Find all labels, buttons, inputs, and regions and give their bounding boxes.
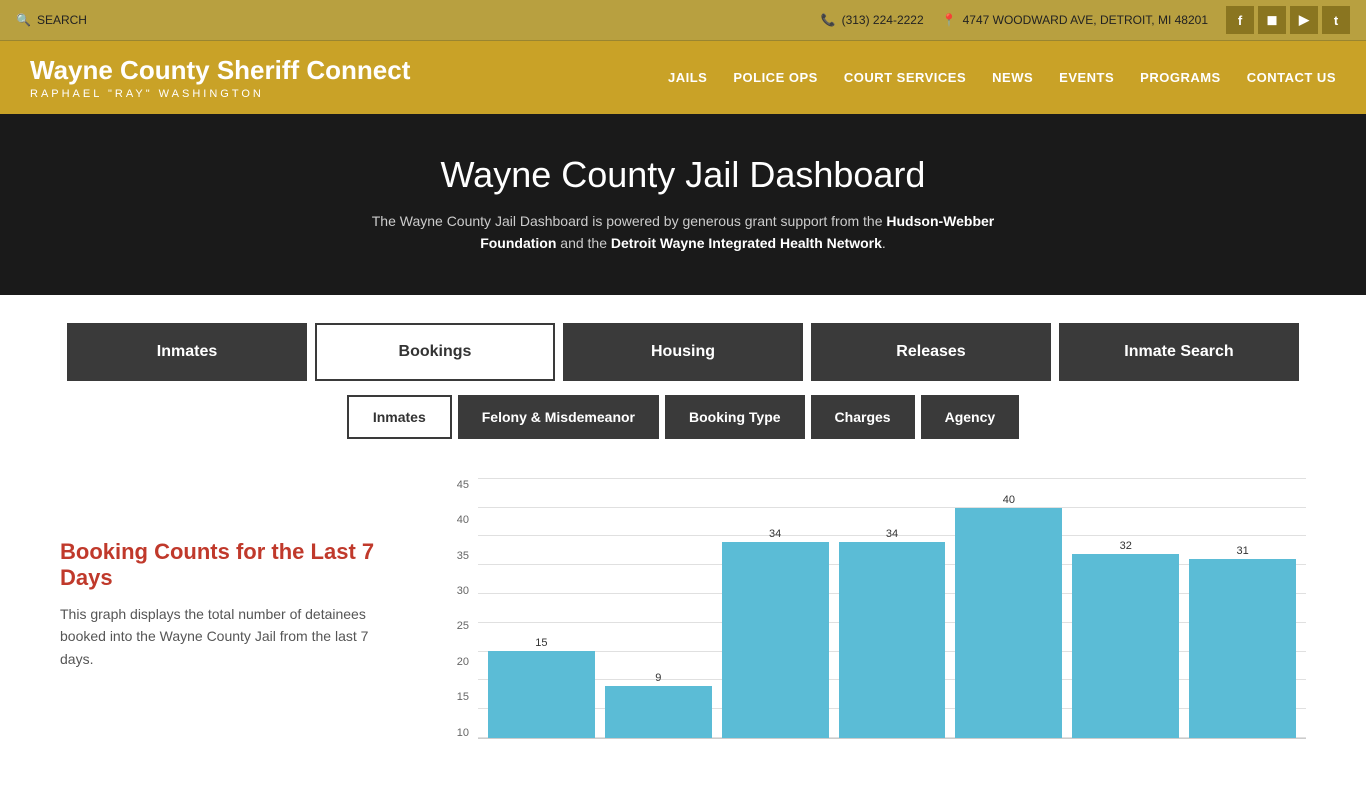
y-label-40: 40: [457, 514, 469, 526]
nav-news[interactable]: NEWS: [992, 70, 1033, 85]
hero-section: Wayne County Jail Dashboard The Wayne Co…: [0, 114, 1366, 295]
inmates-button[interactable]: Inmates: [67, 323, 307, 381]
y-axis: 45 40 35 30 25 20 15 10: [440, 479, 475, 739]
chart-title: Booking Counts for the Last 7 Days: [60, 539, 400, 591]
nav-programs[interactable]: PROGRAMS: [1140, 70, 1221, 85]
brand-subtitle: RAPHAEL "RAY" WASHINGTON: [30, 88, 410, 100]
facebook-icon[interactable]: f: [1226, 6, 1254, 34]
location-icon: 📍: [942, 13, 957, 27]
bar-6-value: 32: [1120, 540, 1132, 552]
bar-chart: 45 40 35 30 25 20 15 10: [440, 479, 1306, 759]
hero-desc-text: The Wayne County Jail Dashboard is power…: [372, 213, 887, 229]
bar-7: 31: [1189, 479, 1296, 738]
bar-2-value: 9: [655, 672, 661, 684]
sub-inmates-button[interactable]: Inmates: [347, 395, 452, 439]
releases-button[interactable]: Releases: [811, 323, 1051, 381]
search-label: SEARCH: [37, 13, 87, 27]
nav-row-1: Inmates Bookings Housing Releases Inmate…: [60, 323, 1306, 381]
y-label-20: 20: [457, 656, 469, 668]
top-bar: 🔍 SEARCH 📞 (313) 224-2222 📍 4747 WOODWAR…: [0, 0, 1366, 41]
nav-court-services[interactable]: COURT SERVICES: [844, 70, 966, 85]
nav-contact-us[interactable]: CONTACT US: [1247, 70, 1336, 85]
bars-row: 15 9 34 34: [478, 479, 1306, 738]
bar-3-rect: [722, 542, 829, 738]
y-label-45: 45: [457, 479, 469, 491]
chart-container: 45 40 35 30 25 20 15 10: [440, 479, 1306, 759]
search-icon: 🔍: [16, 13, 31, 27]
chart-description: Booking Counts for the Last 7 Days This …: [60, 479, 400, 670]
bar-1-rect: [488, 651, 595, 737]
bar-7-rect: [1189, 559, 1296, 737]
hero-and: and the: [556, 235, 611, 251]
bar-6: 32: [1072, 479, 1179, 738]
chart-desc-text: This graph displays the total number of …: [60, 603, 400, 670]
nav-row-2: Inmates Felony & Misdemeanor Booking Typ…: [60, 395, 1306, 439]
bar-7-value: 31: [1236, 545, 1248, 557]
bar-4-rect: [839, 542, 946, 738]
y-label-30: 30: [457, 585, 469, 597]
page-title: Wayne County Jail Dashboard: [20, 154, 1346, 196]
header: Wayne County Sheriff Connect RAPHAEL "RA…: [0, 41, 1366, 114]
bar-2-rect: [605, 686, 712, 738]
y-label-10: 10: [457, 727, 469, 739]
address-contact: 📍 4747 WOODWARD AVE, DETROIT, MI 48201: [942, 13, 1208, 27]
nav-buttons-section: Inmates Bookings Housing Releases Inmate…: [0, 295, 1366, 449]
bar-2: 9: [605, 479, 712, 738]
brand-name: Wayne County Sheriff Connect: [30, 55, 410, 86]
chart-plot: 15 9 34 34: [478, 479, 1306, 739]
bar-1: 15: [488, 479, 595, 738]
search-bar[interactable]: 🔍 SEARCH: [16, 13, 87, 27]
bar-1-value: 15: [535, 637, 547, 649]
y-label-15: 15: [457, 691, 469, 703]
bar-5: 40: [955, 479, 1062, 738]
felony-misdemeanor-button[interactable]: Felony & Misdemeanor: [458, 395, 659, 439]
instagram-icon[interactable]: ◼: [1258, 6, 1286, 34]
nav-events[interactable]: EVENTS: [1059, 70, 1114, 85]
social-links: f ◼ ▶ t: [1226, 6, 1350, 34]
bar-4: 34: [839, 479, 946, 738]
nav-jails[interactable]: JAILS: [668, 70, 707, 85]
brand: Wayne County Sheriff Connect RAPHAEL "RA…: [30, 55, 410, 100]
booking-type-button[interactable]: Booking Type: [665, 395, 805, 439]
chart-area: 45 40 35 30 25 20 15 10: [440, 479, 1306, 759]
bar-3-value: 34: [769, 528, 781, 540]
y-label-35: 35: [457, 550, 469, 562]
nav-police-ops[interactable]: POLICE OPS: [733, 70, 817, 85]
agency-button[interactable]: Agency: [921, 395, 1020, 439]
phone-icon: 📞: [821, 13, 836, 27]
phone-number: (313) 224-2222: [842, 13, 924, 27]
bar-3: 34: [722, 479, 829, 738]
bar-5-value: 40: [1003, 494, 1015, 506]
bar-6-rect: [1072, 554, 1179, 738]
phone-contact: 📞 (313) 224-2222: [821, 13, 924, 27]
content-area: Booking Counts for the Last 7 Days This …: [0, 449, 1366, 789]
bookings-button[interactable]: Bookings: [315, 323, 555, 381]
housing-button[interactable]: Housing: [563, 323, 803, 381]
top-bar-right: 📞 (313) 224-2222 📍 4747 WOODWARD AVE, DE…: [821, 6, 1350, 34]
y-label-25: 25: [457, 620, 469, 632]
bar-5-rect: [955, 508, 1062, 738]
charges-button[interactable]: Charges: [811, 395, 915, 439]
twitter-icon[interactable]: t: [1322, 6, 1350, 34]
inmate-search-button[interactable]: Inmate Search: [1059, 323, 1299, 381]
main-nav: JAILS POLICE OPS COURT SERVICES NEWS EVE…: [668, 70, 1336, 85]
hero-period: .: [882, 235, 886, 251]
address-text: 4747 WOODWARD AVE, DETROIT, MI 48201: [963, 13, 1208, 27]
hero-description: The Wayne County Jail Dashboard is power…: [333, 210, 1033, 255]
bar-4-value: 34: [886, 528, 898, 540]
network-name: Detroit Wayne Integrated Health Network: [611, 235, 882, 251]
youtube-icon[interactable]: ▶: [1290, 6, 1318, 34]
